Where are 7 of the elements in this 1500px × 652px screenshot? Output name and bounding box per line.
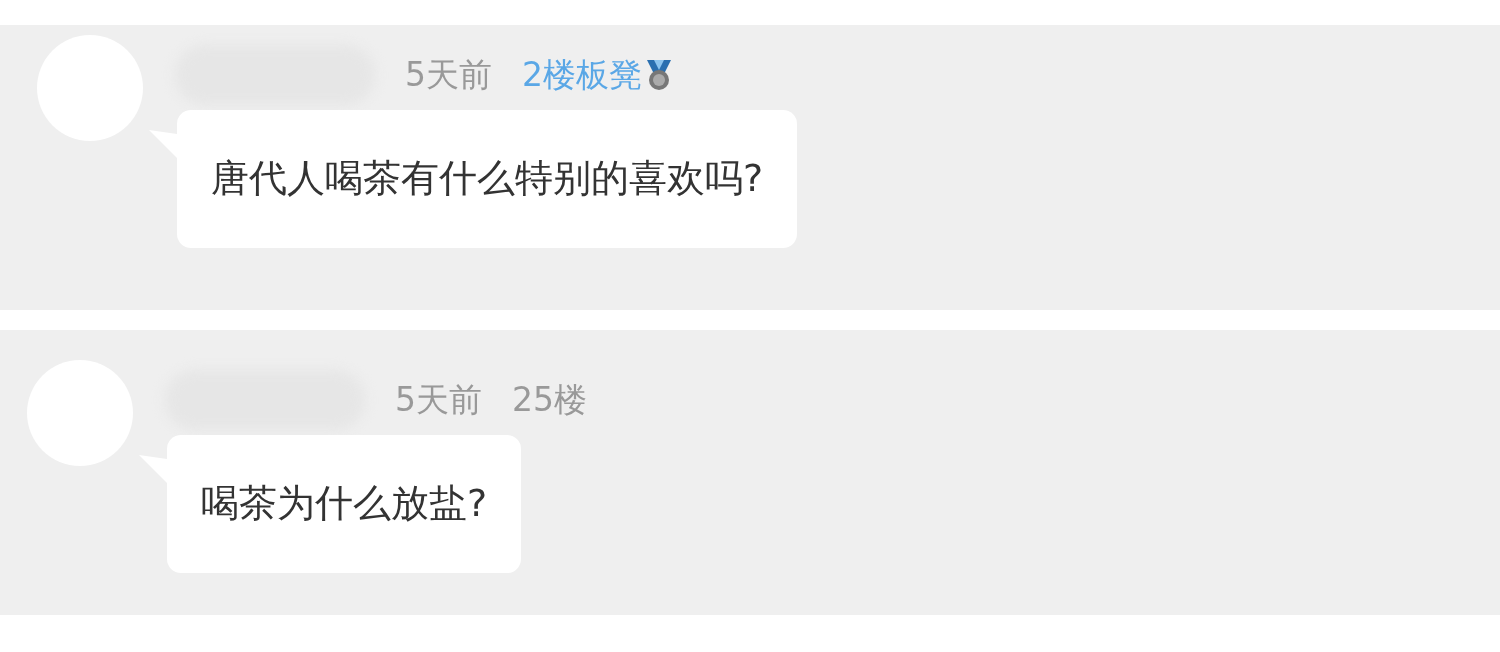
comment-time: 5天前 bbox=[405, 53, 492, 96]
comment-time: 5天前 bbox=[395, 378, 482, 421]
message-bubble: 唐代人喝茶有什么特别的喜欢吗? bbox=[177, 110, 798, 248]
message-bubble: 喝茶为什么放盐? bbox=[167, 435, 522, 573]
medal-icon bbox=[644, 57, 674, 92]
floor-label: 2楼板凳 bbox=[522, 53, 642, 96]
floor-label: 25楼 bbox=[512, 379, 587, 419]
